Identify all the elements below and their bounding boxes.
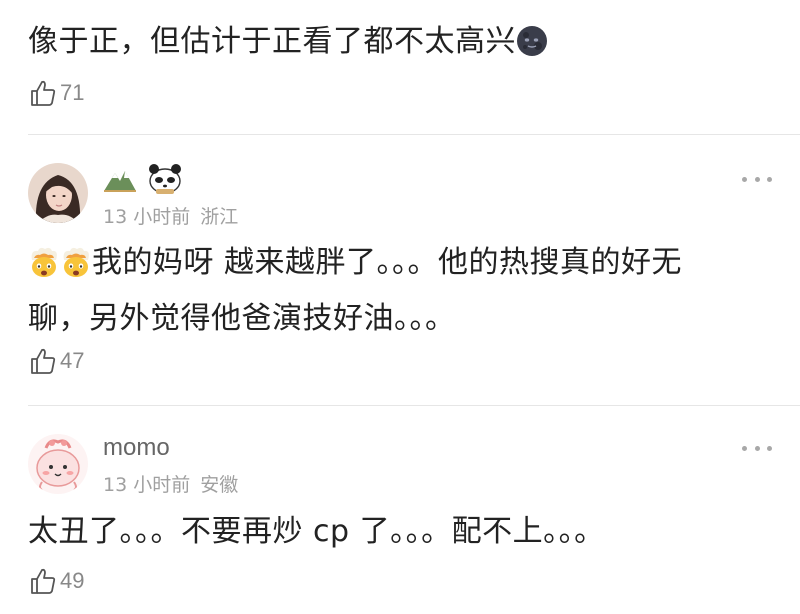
user-avatar[interactable]	[28, 434, 88, 494]
comment-text: 像于正，但估计于正看了都不太高兴	[28, 14, 758, 70]
more-options-icon[interactable]	[742, 173, 772, 185]
username[interactable]: momo	[103, 434, 170, 462]
panda-badge-icon	[146, 159, 184, 195]
user-avatar[interactable]	[28, 163, 88, 223]
comment-text-content: 像于正，但估计于正看了都不太高兴	[28, 24, 516, 59]
thumbs-up-icon	[28, 566, 58, 596]
comment-text-line: 聊，另外觉得他爸演技好油。。。	[28, 301, 456, 336]
comment-text-content: 太丑了。。。不要再炒 cp 了。。。配不上。。。	[28, 514, 605, 549]
comment-text: 太丑了。。。不要再炒 cp 了。。。配不上。。。	[28, 504, 758, 560]
comment-item: 13 小时前 浙江 我的妈呀 越来越胖了。。。他的热搜真的好无 聊，另外觉得他爸…	[0, 135, 800, 405]
comment-time: 13 小时前	[103, 206, 191, 228]
thumbs-up-icon	[28, 78, 58, 108]
comment-item: momo 13 小时前 安徽 太丑了。。。不要再炒 cp 了。。。配不上。。。 …	[0, 406, 800, 614]
more-options-icon[interactable]	[742, 442, 772, 454]
comment-item: 像于正，但估计于正看了都不太高兴 71	[0, 0, 800, 134]
mountain-badge-icon	[103, 167, 137, 193]
comment-meta: 13 小时前 浙江	[103, 202, 238, 229]
thumbs-up-icon	[28, 346, 58, 376]
like-button[interactable]: 71	[28, 78, 84, 108]
comment-location: 安徽	[200, 474, 239, 496]
exploding-head-icon	[60, 246, 92, 278]
comment-text: 我的妈呀 越来越胖了。。。他的热搜真的好无 聊，另外觉得他爸演技好油。。。	[28, 235, 758, 347]
comment-time: 13 小时前	[103, 474, 191, 496]
comment-location: 浙江	[200, 206, 239, 228]
exploding-head-icon	[28, 246, 60, 278]
new-moon-face-icon	[516, 25, 548, 57]
like-count: 71	[60, 80, 85, 105]
like-button[interactable]: 47	[28, 346, 84, 376]
like-button[interactable]: 49	[28, 566, 84, 596]
comment-text-line: 我的妈呀 越来越胖了。。。他的热搜真的好无	[92, 245, 683, 280]
like-count: 49	[60, 568, 85, 593]
comment-meta: 13 小时前 安徽	[103, 470, 238, 497]
like-count: 47	[60, 348, 85, 373]
